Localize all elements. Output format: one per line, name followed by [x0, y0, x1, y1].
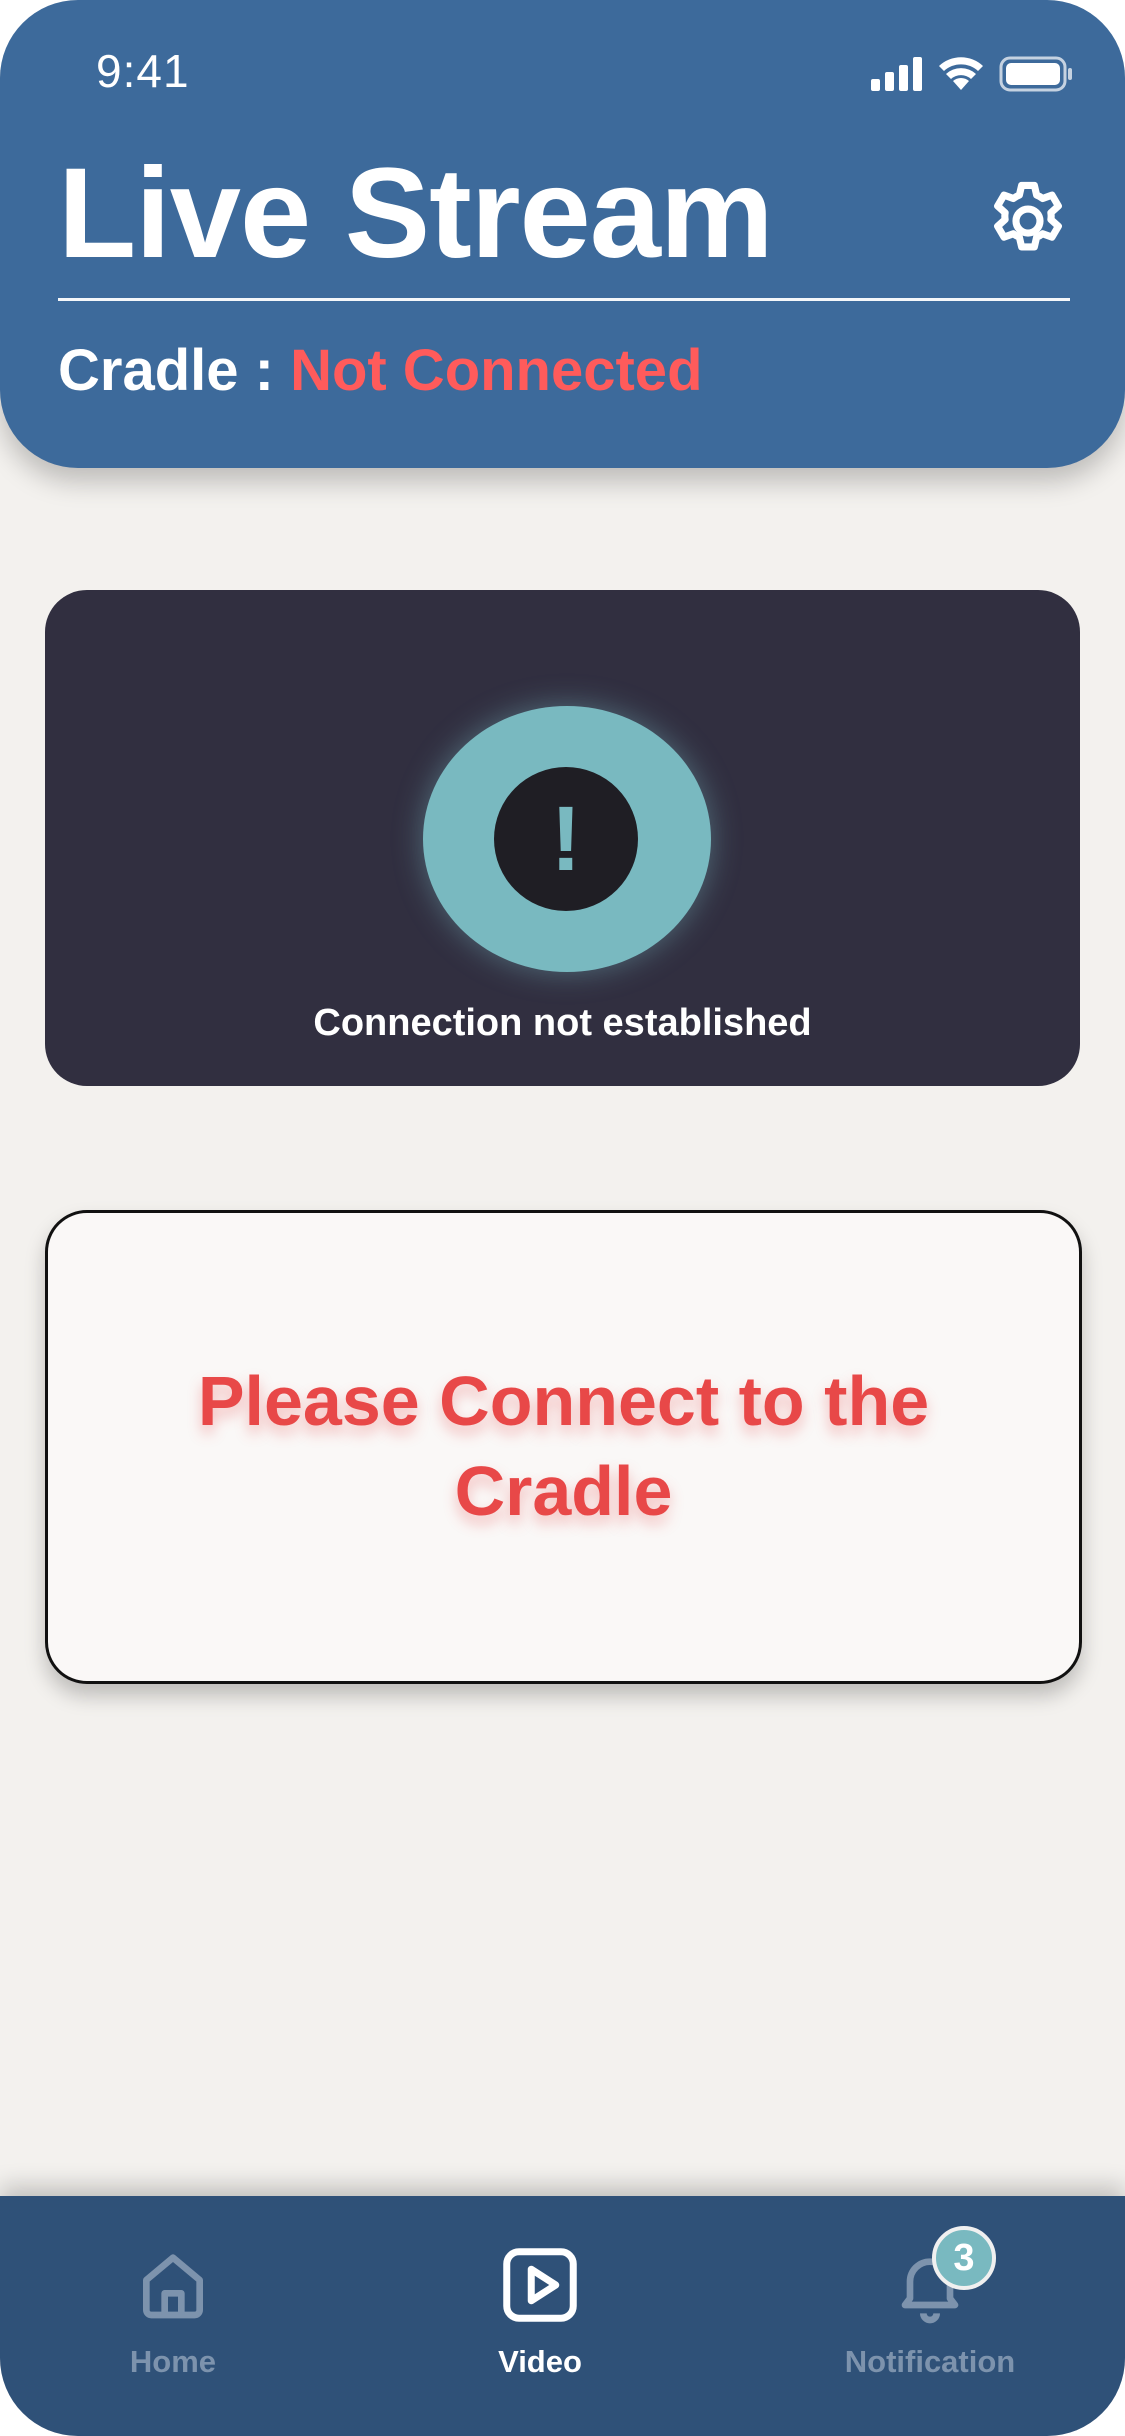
connect-prompt-box[interactable]: Please Connect to the Cradle — [45, 1210, 1082, 1684]
exclamation-icon: ! — [494, 767, 638, 911]
cradle-status-value: Not Connected — [290, 338, 703, 403]
notification-count-badge: 3 — [932, 2226, 996, 2290]
header-divider — [58, 298, 1070, 301]
tab-home-label: Home — [129, 2344, 217, 2379]
play-icon — [503, 2248, 577, 2322]
connect-prompt-text: Please Connect to the Cradle — [197, 1362, 930, 1530]
alert-circle: ! — [423, 706, 711, 972]
cradle-label: Cradle : — [58, 338, 291, 403]
tab-notification-label: Notification — [844, 2344, 1016, 2379]
status-time: 9:41 — [96, 45, 190, 97]
cradle-status-row: Cradle : Not Connected — [58, 342, 703, 400]
cellular-signal-icon — [871, 57, 922, 91]
connection-status-card: ! Connection not established — [45, 590, 1080, 1086]
home-icon — [143, 2254, 204, 2319]
tab-notification[interactable]: 3 Notification — [820, 2196, 1040, 2436]
status-icons — [871, 56, 1073, 92]
header: 9:41 Live Stream Cradle: Not Connected — [0, 0, 1125, 468]
wifi-icon — [939, 57, 983, 90]
bottom-tab-bar: Home Video 3 Notification — [0, 2196, 1125, 2436]
battery-icon — [999, 56, 1072, 92]
tab-video[interactable]: Video — [470, 2196, 610, 2436]
tab-home[interactable]: Home — [108, 2196, 238, 2436]
settings-gear-icon[interactable] — [983, 176, 1073, 266]
page-title: Live Stream — [58, 142, 774, 285]
connection-message: Connection not established — [313, 1002, 812, 1044]
live-stream-screen: 9:41 Live Stream Cradle: Not Connected … — [0, 0, 1125, 2436]
tab-video-label: Video — [498, 2344, 582, 2379]
